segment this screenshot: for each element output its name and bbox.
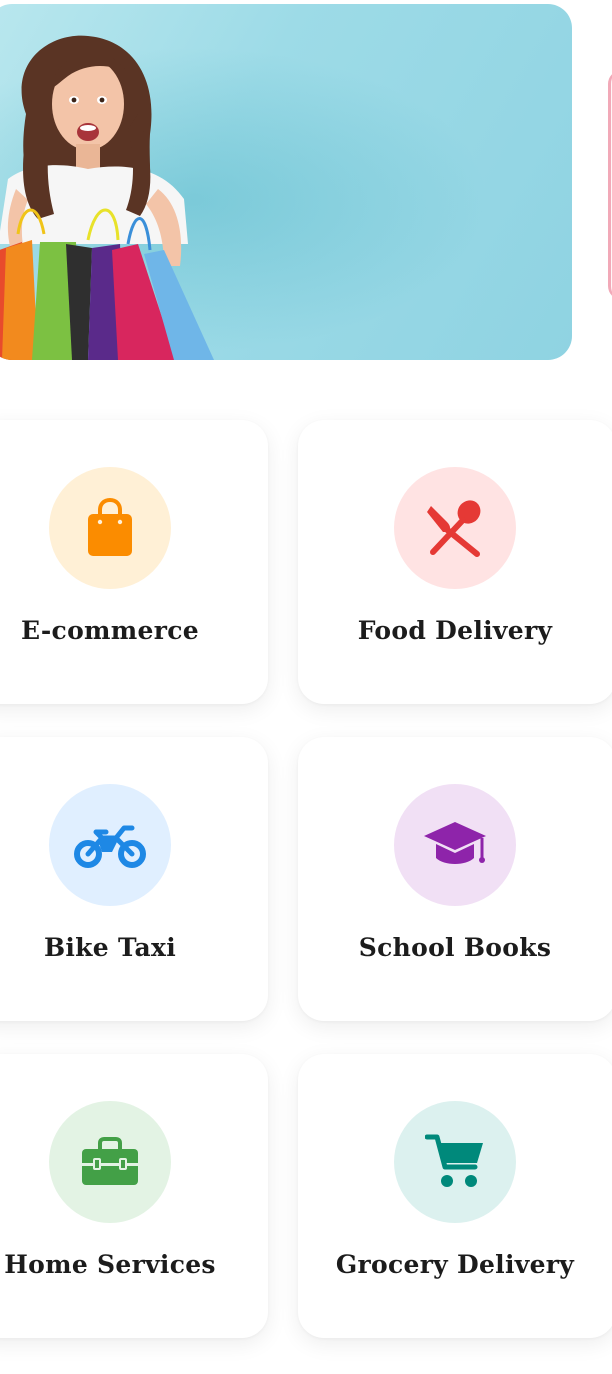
category-label: Bike Taxi bbox=[43, 933, 177, 962]
category-card-bike-taxi[interactable]: Bike Taxi bbox=[0, 737, 268, 1021]
grocery-delivery-icon-circle bbox=[394, 1101, 516, 1223]
category-label: Home Services bbox=[4, 1250, 216, 1279]
category-card-school-books[interactable]: School Books bbox=[298, 737, 612, 1021]
category-card-food-delivery[interactable]: Food Delivery bbox=[298, 420, 612, 704]
category-label: Grocery Delivery bbox=[335, 1250, 575, 1279]
category-label: E-commerce bbox=[21, 616, 199, 645]
next-banner-peek[interactable] bbox=[608, 70, 612, 300]
home-services-icon-circle bbox=[49, 1101, 171, 1223]
shopping-bag-icon bbox=[88, 498, 132, 556]
graduation-cap-icon bbox=[424, 822, 486, 864]
home-screen: E-commerce Food Delivery Bike Taxi Schoo… bbox=[0, 0, 612, 1374]
banner-shopper-illustration bbox=[0, 35, 214, 360]
fork-spoon-icon bbox=[427, 500, 481, 557]
food-delivery-icon-circle bbox=[394, 467, 516, 589]
category-label: Food Delivery bbox=[357, 616, 553, 645]
promo-banner[interactable] bbox=[0, 4, 572, 360]
category-card-home-services[interactable]: Home Services bbox=[0, 1054, 268, 1338]
school-books-icon-circle bbox=[394, 784, 516, 906]
category-card-grocery-delivery[interactable]: Grocery Delivery bbox=[298, 1054, 612, 1338]
toolbox-icon bbox=[82, 1137, 138, 1185]
category-card-ecommerce[interactable]: E-commerce bbox=[0, 420, 268, 704]
category-label: School Books bbox=[358, 933, 552, 962]
ecommerce-icon-circle bbox=[49, 467, 171, 589]
motorcycle-icon bbox=[74, 825, 146, 868]
bike-taxi-icon-circle bbox=[49, 784, 171, 906]
shopping-cart-icon bbox=[425, 1134, 483, 1187]
